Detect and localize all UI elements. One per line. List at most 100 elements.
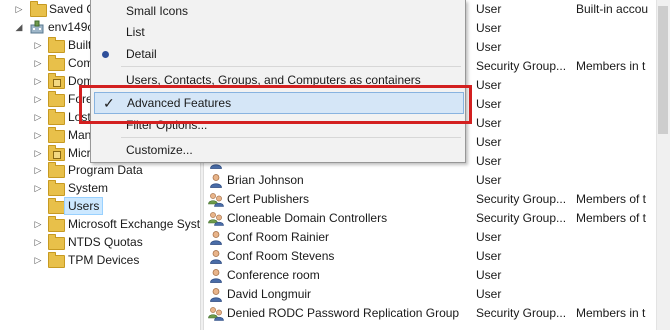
expand-arrow-icon[interactable]: ▷ [33,72,43,90]
scrollbar-thumb[interactable] [658,6,668,134]
menu-separator [121,137,461,138]
ou-folder-icon [48,73,65,89]
cell-type: User [476,40,502,54]
expand-arrow-icon[interactable]: ▷ [33,90,43,108]
folder-icon [30,1,47,17]
folder-icon [48,180,65,196]
menu-separator [121,66,461,67]
tree-item-ntds-quotas[interactable]: ▷ NTDS Quotas [0,233,200,251]
expand-arrow-icon[interactable]: ▷ [14,0,24,18]
cell-name: Cert Publishers [227,192,310,206]
cell-type: User [476,154,502,168]
expand-arrow-icon[interactable]: ▷ [33,54,43,72]
cell-type: User [476,2,502,16]
ou-folder-icon [48,145,65,161]
expand-arrow-icon[interactable]: ▷ [33,215,43,233]
list-row[interactable]: Cloneable Domain Controllers Security Gro… [204,209,656,228]
group-icon [208,306,224,321]
cell-description: Built-in accou [576,2,649,16]
folder-icon [48,234,65,250]
tree-item-label: TPM Devices [68,253,140,267]
expand-arrow-icon[interactable]: ▷ [33,108,43,126]
expand-arrow-icon[interactable]: ▷ [33,233,43,251]
cell-type: User [476,249,502,263]
folder-icon [48,127,65,143]
cell-description: Members of t [576,211,647,225]
tree-item-label: Man [68,128,92,142]
cell-type: Security Group... [476,211,567,225]
menu-item-label: Detail [126,47,157,61]
group-icon [208,211,224,226]
cell-type: User [476,78,502,92]
cell-name: David Longmuir [227,287,312,301]
folder-icon [48,37,65,53]
list-row[interactable]: Brian Johnson User [204,171,656,190]
tree-item-users[interactable]: Users [0,197,200,215]
view-context-menu: Small Icons List Detail Users, Contacts,… [90,0,466,163]
cell-type: User [476,135,502,149]
tree-item-program-data[interactable]: ▷ Program Data [0,161,200,179]
menu-item-small-icons[interactable]: Small Icons [91,1,465,21]
list-row[interactable]: Conference room User [204,266,656,285]
tree-item-system[interactable]: ▷ System [0,179,200,197]
cell-description: Members of t [576,192,647,206]
list-row[interactable]: Conf Room Rainier User [204,228,656,247]
user-icon [208,249,224,264]
list-row[interactable]: Denied RODC Password Replication Group Se… [204,304,656,323]
cell-type: User [476,97,502,111]
cell-type: Security Group... [476,192,567,206]
cell-name: Denied RODC Password Replication Group [227,306,460,320]
user-icon [208,268,224,283]
cell-type: User [476,230,502,244]
list-row[interactable]: David Longmuir User [204,285,656,304]
tree-item-tpm-devices[interactable]: ▷ TPM Devices [0,251,200,269]
cell-name: Conf Room Rainier [227,230,330,244]
cell-type: User [476,21,502,35]
expand-arrow-icon[interactable]: ▷ [33,36,43,54]
user-icon [208,173,224,188]
tree-item-label: Program Data [68,163,143,177]
user-icon [208,230,224,245]
menu-item-list[interactable]: List [91,22,465,42]
cell-type: Security Group... [476,306,567,320]
menu-item-detail[interactable]: Detail [91,44,465,64]
highlight-annotation-box [79,85,472,124]
expand-arrow-icon[interactable]: ▷ [33,161,43,179]
list-row[interactable]: Cert Publishers Security Group... Members … [204,190,656,209]
cell-type: User [476,173,502,187]
tree-item-label: Users [64,197,104,215]
tree-item-label: Micr [68,146,91,160]
cell-description: Members in t [576,59,646,73]
cell-type: Security Group... [476,59,567,73]
tree-item-label: env149c [48,20,94,34]
folder-icon [48,216,65,232]
cell-name: Conference room [227,268,320,282]
expand-arrow-icon[interactable]: ▷ [33,126,43,144]
tree-item-label: NTDS Quotas [68,235,143,249]
expand-arrow-icon[interactable]: ▷ [33,179,43,197]
folder-icon [48,162,65,178]
menu-item-label: Customize... [126,143,193,157]
domain-icon [30,20,44,34]
folder-icon [48,198,65,214]
cell-name: Brian Johnson [227,173,304,187]
tree-item-label: System [68,181,109,195]
tree-item-exchange-system[interactable]: ▷ Microsoft Exchange Syste [0,215,200,233]
cell-name: Conf Room Stevens [227,249,335,263]
list-row[interactable]: Conf Room Stevens User [204,247,656,266]
user-icon [208,287,224,302]
radio-bullet-icon [102,51,109,58]
tree-item-label: Built [68,38,92,52]
folder-icon [48,55,65,71]
cell-type: User [476,268,502,282]
menu-item-customize[interactable]: Customize... [91,140,465,160]
menu-item-label: List [126,25,145,39]
expand-arrow-icon[interactable]: ▷ [33,144,43,162]
collapse-arrow-icon[interactable]: ◢ [14,18,24,36]
expand-arrow-icon[interactable]: ▷ [33,251,43,269]
tree-item-label: Microsoft Exchange Syste [68,217,200,231]
tree-item-label: Saved Q [49,2,96,16]
cell-description: Members in t [576,306,646,320]
cell-type: User [476,287,502,301]
folder-icon [48,91,65,107]
